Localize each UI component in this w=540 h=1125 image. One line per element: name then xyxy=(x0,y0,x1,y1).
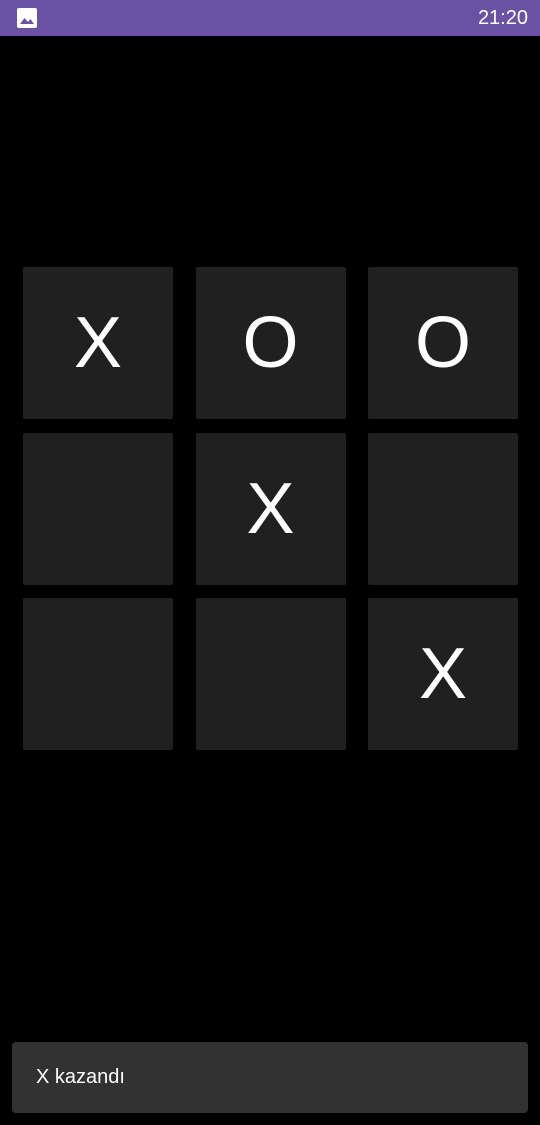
result-message: X kazandı xyxy=(36,1066,125,1088)
result-snackbar: X kazandı xyxy=(12,1042,528,1113)
board-cell-5[interactable]: X xyxy=(195,432,346,585)
status-bar: 21:20 xyxy=(0,0,540,36)
board-cell-3[interactable]: O xyxy=(368,267,518,419)
board-cell-4[interactable] xyxy=(23,432,173,585)
gallery-icon xyxy=(17,8,37,28)
game-board: X O O X X xyxy=(23,267,518,750)
board-cell-9[interactable]: X xyxy=(368,598,518,750)
board-cell-7[interactable] xyxy=(23,598,173,750)
board-cell-6[interactable] xyxy=(368,432,518,585)
board-cell-8[interactable] xyxy=(195,598,346,750)
status-time: 21:20 xyxy=(477,6,528,29)
board-cell-1[interactable]: X xyxy=(23,267,173,419)
board-cell-2[interactable]: O xyxy=(195,267,346,419)
